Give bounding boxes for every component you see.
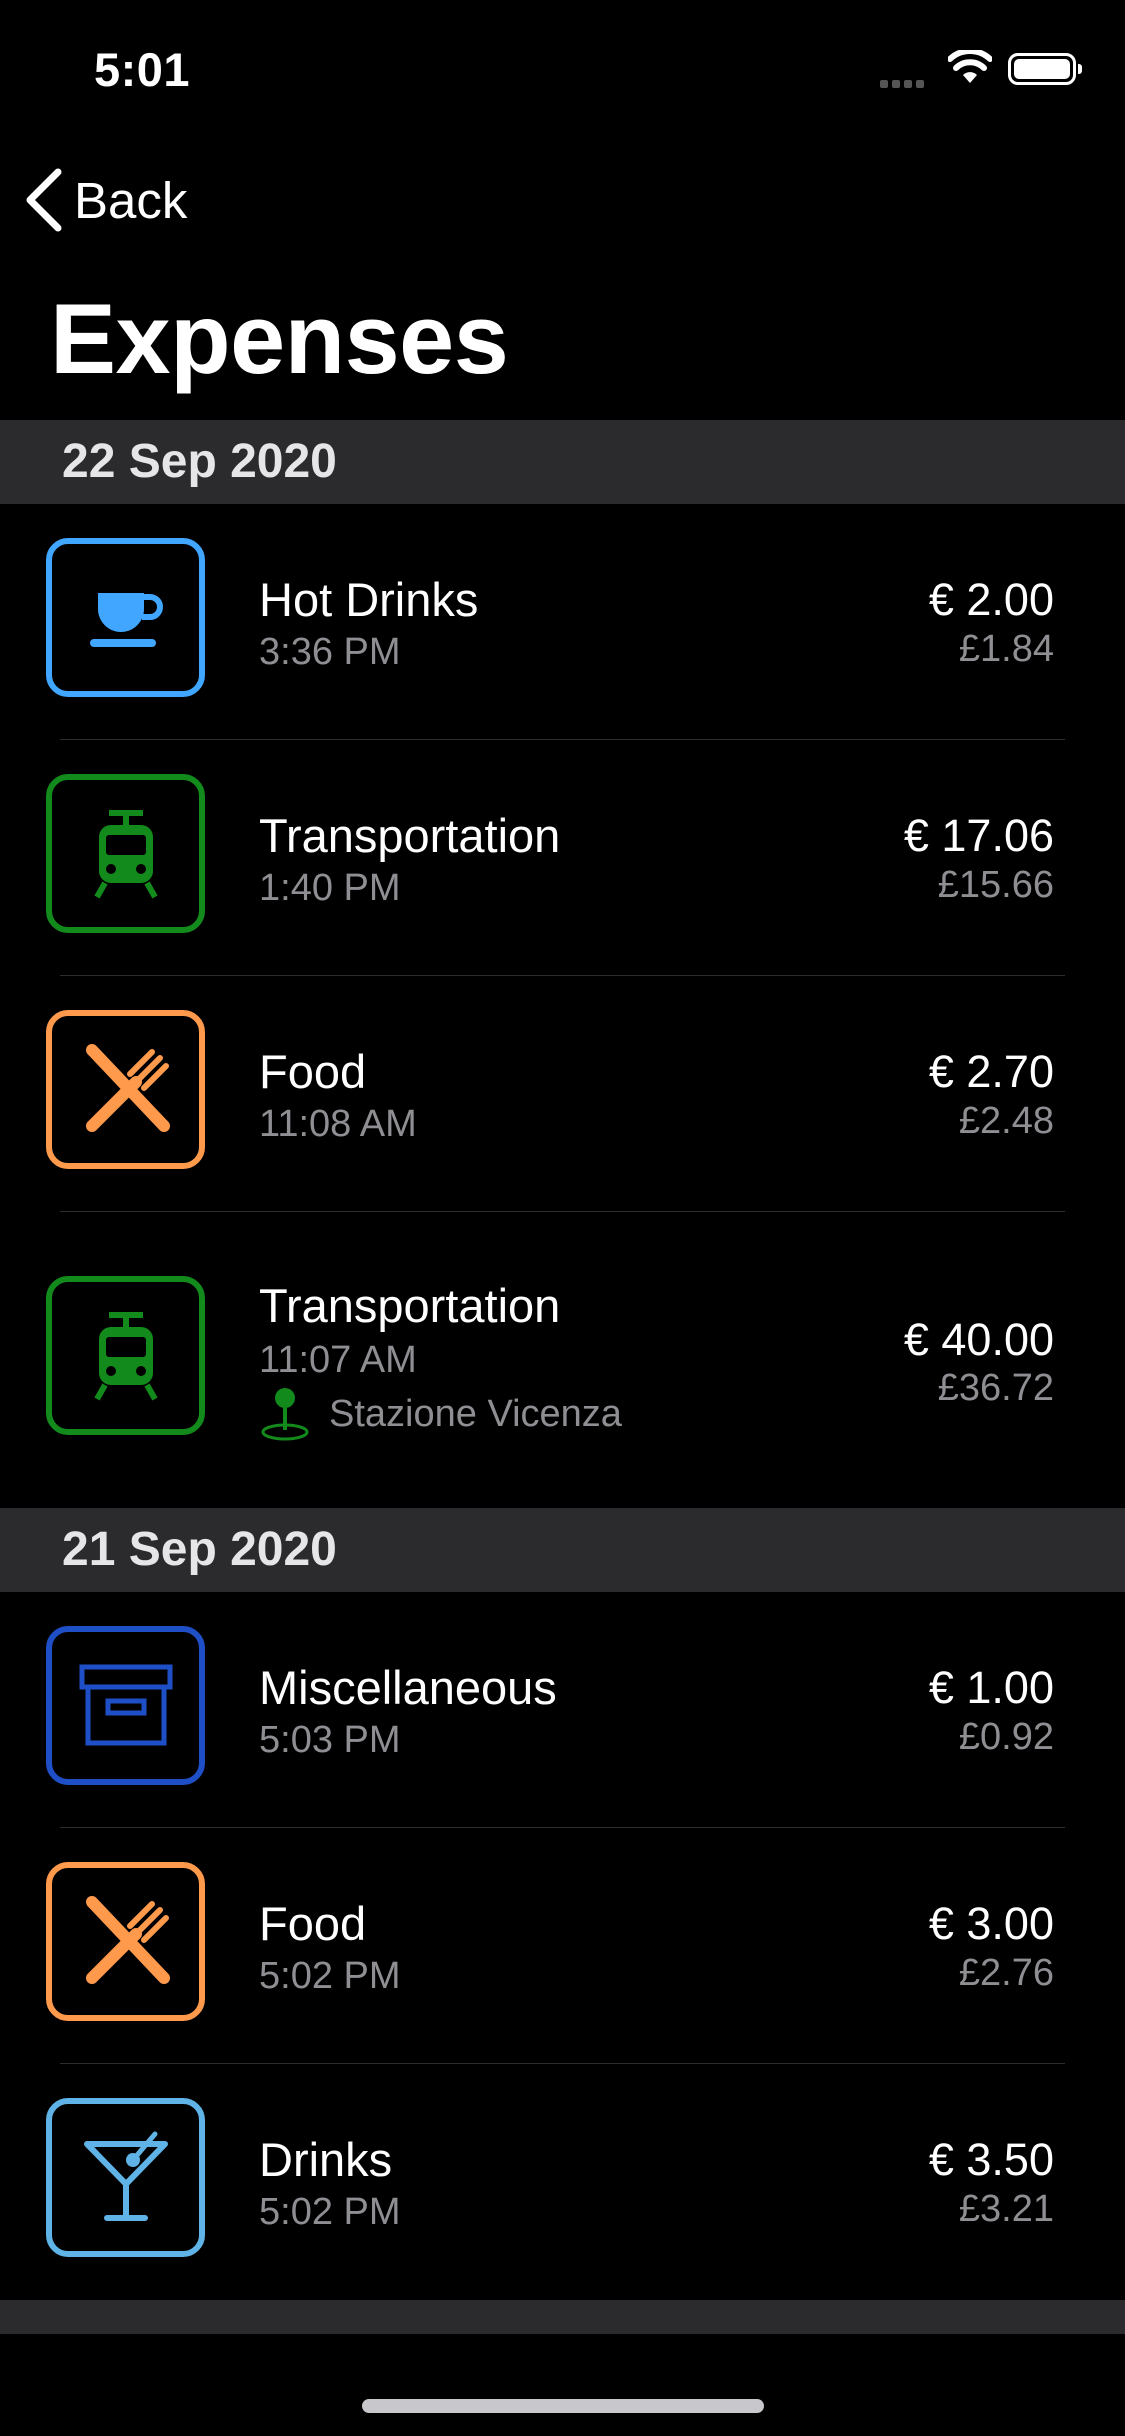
back-label: Back: [74, 171, 188, 229]
home-indicator[interactable]: [362, 2399, 764, 2413]
wifi-icon: [947, 48, 993, 89]
section-header: 22 Sep 2020: [0, 420, 1125, 504]
expense-row-transportation[interactable]: Transportation 11:07 AM Stazione Vicenza…: [0, 1212, 1125, 1508]
cocktail-icon: [83, 2131, 168, 2221]
train-icon: [93, 1311, 158, 1400]
food-category-icon: [46, 1862, 205, 2021]
fork-knife-icon: [85, 1895, 170, 1984]
expense-amount-gbp: £1.84: [958, 628, 1054, 670]
location-label: Stazione Vicenza: [329, 1392, 622, 1435]
drinks-category-icon: [46, 2098, 205, 2257]
cellular-signal-icon: [880, 75, 928, 93]
expense-title: Food: [259, 1045, 367, 1098]
expense-amount-gbp: £2.76: [958, 1952, 1054, 1994]
expense-row-food[interactable]: Food 11:08 AM € 2.70 £2.48: [0, 976, 1125, 1212]
expense-amount-eur: € 1.00: [928, 1662, 1054, 1713]
section-date: 21 Sep 2020: [62, 1523, 337, 1576]
transportation-category-icon: [46, 1276, 205, 1435]
status-bar: 5:01: [0, 0, 1125, 135]
expense-time: 11:07 AM: [259, 1339, 417, 1381]
expense-title: Hot Drinks: [259, 573, 479, 626]
expense-amount-gbp: £36.72: [937, 1367, 1054, 1409]
bottom-safe-area: [0, 2334, 1125, 2436]
battery-icon: [1008, 53, 1082, 85]
back-button[interactable]: Back: [24, 160, 187, 240]
hot-drinks-category-icon: [46, 538, 205, 697]
expense-amount-gbp: £2.48: [958, 1100, 1054, 1142]
chevron-left-icon: [26, 168, 62, 232]
expense-amount-eur: € 3.50: [928, 2134, 1054, 2185]
archive-box-icon: [79, 1664, 172, 1745]
expense-amount-eur: € 40.00: [903, 1314, 1054, 1365]
section-date: 22 Sep 2020: [62, 435, 337, 488]
expense-title: Drinks: [259, 2133, 393, 2186]
expense-title: Transportation: [259, 1279, 561, 1332]
food-category-icon: [46, 1010, 205, 1169]
expense-time: 1:40 PM: [259, 867, 401, 909]
expense-location: Stazione Vicenza: [259, 1386, 622, 1442]
location-pin-icon: [261, 1388, 309, 1441]
miscellaneous-category-icon: [46, 1626, 205, 1785]
expense-amount-eur: € 2.00: [928, 574, 1054, 625]
expense-row-food[interactable]: Food 5:02 PM € 3.00 £2.76: [0, 1828, 1125, 2064]
section-header: 21 Sep 2020: [0, 1508, 1125, 1592]
expense-amount-eur: € 3.00: [928, 1898, 1054, 1949]
expense-row-drinks[interactable]: Drinks 5:02 PM € 3.50 £3.21: [0, 2064, 1125, 2300]
transportation-category-icon: [46, 774, 205, 933]
train-icon: [93, 809, 158, 898]
expense-time: 5:03 PM: [259, 1719, 401, 1761]
expense-time: 11:08 AM: [259, 1103, 417, 1145]
expense-row-hot-drinks[interactable]: Hot Drinks 3:36 PM € 2.00 £1.84: [0, 504, 1125, 740]
expense-amount-eur: € 2.70: [928, 1046, 1054, 1097]
coffee-cup-icon: [89, 592, 163, 647]
expense-time: 3:36 PM: [259, 631, 401, 673]
expense-row-transportation[interactable]: Transportation 1:40 PM € 17.06 £15.66: [0, 740, 1125, 976]
expense-amount-eur: € 17.06: [903, 810, 1054, 861]
fork-knife-icon: [85, 1043, 170, 1132]
expense-title: Transportation: [259, 809, 561, 862]
expense-amount-gbp: £15.66: [937, 864, 1054, 906]
expense-amount-gbp: £0.92: [958, 1716, 1054, 1758]
expense-time: 5:02 PM: [259, 2191, 401, 2233]
expense-time: 5:02 PM: [259, 1955, 401, 1997]
expense-amount-gbp: £3.21: [958, 2188, 1054, 2230]
page-title: Expenses: [50, 283, 509, 394]
expense-title: Food: [259, 1897, 367, 1950]
expense-title: Miscellaneous: [259, 1661, 557, 1714]
status-time: 5:01: [94, 43, 191, 96]
expense-row-miscellaneous[interactable]: Miscellaneous 5:03 PM € 1.00 £0.92: [0, 1592, 1125, 1828]
